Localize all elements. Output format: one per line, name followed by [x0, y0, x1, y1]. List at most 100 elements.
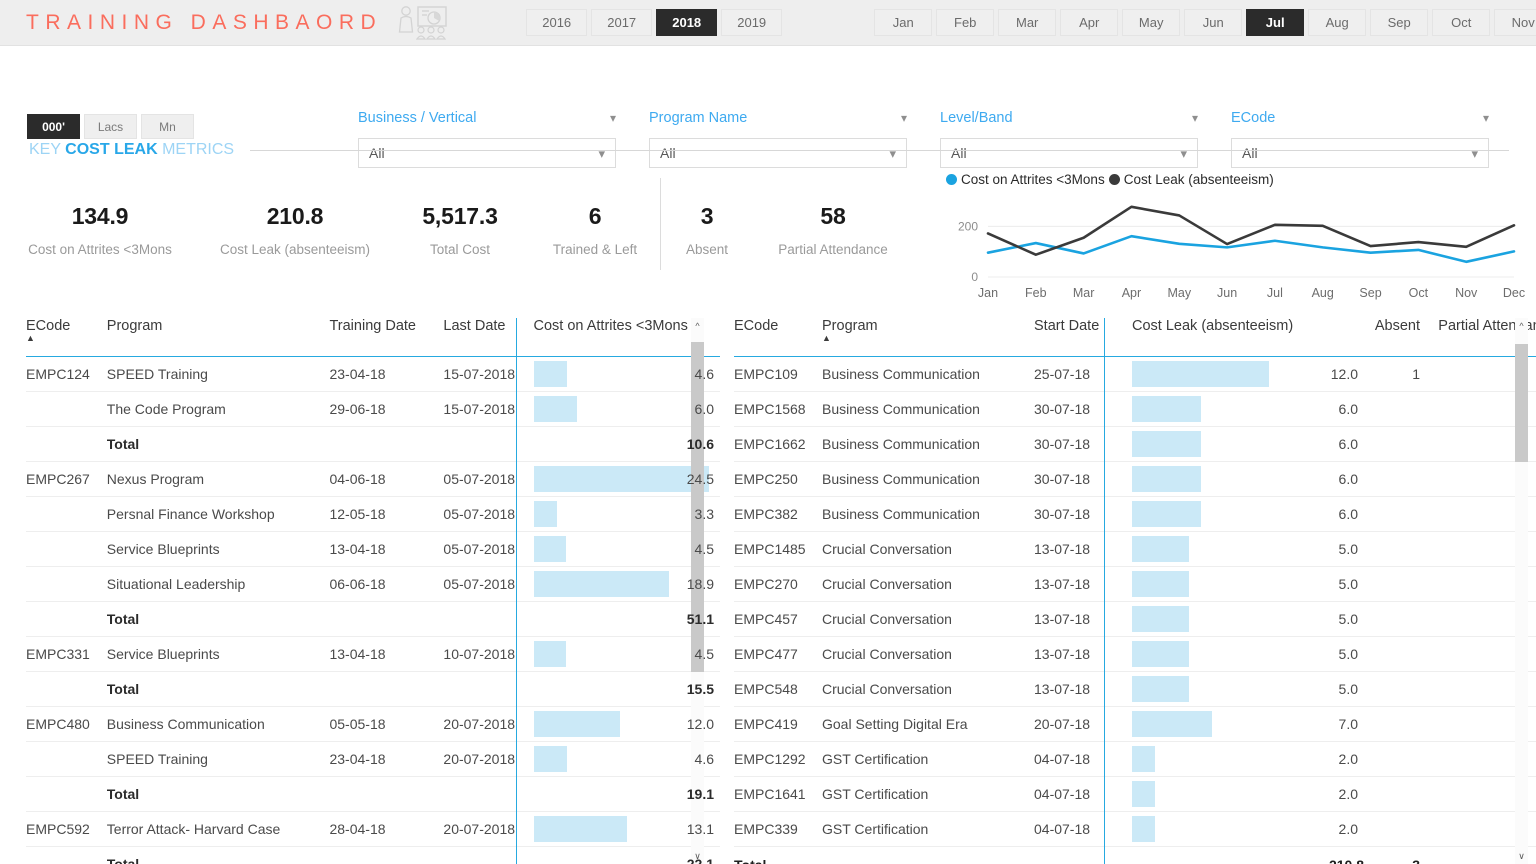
month-button-Feb[interactable]: Feb — [936, 9, 994, 36]
table-row[interactable]: EMPC109Business Communication25-07-1812.… — [734, 357, 1536, 392]
table-row[interactable]: EMPC267Nexus Program04-06-1805-07-201824… — [26, 462, 720, 497]
cell-cost-leak-bar: 2.0 — [1132, 777, 1364, 812]
col-header-training-date[interactable]: Training Date — [329, 318, 443, 357]
month-button-Mar[interactable]: Mar — [998, 9, 1056, 36]
slicer-3: ECode▾All▾ — [1231, 110, 1489, 168]
scrollbar-thumb[interactable] — [1515, 344, 1528, 462]
cell-program: GST Certification — [822, 742, 1034, 777]
cell-program: Business Communication — [822, 462, 1034, 497]
year-button-2018[interactable]: 2018 — [656, 9, 717, 36]
cell-start-date: 04-07-18 — [1034, 812, 1132, 847]
month-selector[interactable]: JanFebMarAprMayJunJulAugSepOctNovDec — [874, 9, 1536, 36]
table-row[interactable]: EMPC592Terror Attack- Harvard Case28-04-… — [26, 812, 720, 847]
year-button-2019[interactable]: 2019 — [721, 9, 782, 36]
month-button-Apr[interactable]: Apr — [1060, 9, 1118, 36]
cell-program: Crucial Conversation — [822, 532, 1034, 567]
table-row[interactable]: EMPC382Business Communication30-07-186.0… — [734, 497, 1536, 532]
month-button-Jan[interactable]: Jan — [874, 9, 932, 36]
right-table-scrollbar[interactable]: ^ ∨ — [1515, 318, 1528, 864]
chevron-down-icon[interactable]: ▾ — [1192, 112, 1198, 124]
cell-training-date — [329, 847, 443, 864]
month-button-Nov[interactable]: Nov — [1494, 9, 1536, 36]
cell-start-date: 13-07-18 — [1034, 532, 1132, 567]
table-row[interactable]: EMPC124SPEED Training23-04-1815-07-20184… — [26, 357, 720, 392]
table-row[interactable]: EMPC1641GST Certification04-07-182.01 — [734, 777, 1536, 812]
table-row[interactable]: SPEED Training23-04-1820-07-20184.6 — [26, 742, 720, 777]
cell-absent — [1364, 532, 1420, 567]
month-button-Sep[interactable]: Sep — [1370, 9, 1428, 36]
cell-program: Total — [107, 602, 330, 637]
table-subtotal-row[interactable]: Total10.6 — [26, 427, 720, 462]
value-bar — [1132, 606, 1189, 632]
year-selector[interactable]: 2016201720182019 — [526, 9, 782, 36]
table-row[interactable]: EMPC1662Business Communication30-07-186.… — [734, 427, 1536, 462]
legend-item-1[interactable]: Cost Leak (absenteeism) — [1109, 172, 1274, 187]
unit-button-1[interactable]: Lacs — [84, 114, 137, 139]
col-header-ecode[interactable]: ECode ▲ — [26, 318, 107, 357]
col-header-last-date[interactable]: Last Date — [443, 318, 533, 357]
slicer-title-3[interactable]: ECode▾ — [1231, 110, 1489, 130]
table-row[interactable]: Persnal Finance Workshop12-05-1805-07-20… — [26, 497, 720, 532]
scroll-up-icon[interactable]: ^ — [691, 318, 704, 334]
slicer-title-1[interactable]: Program Name▾ — [649, 110, 907, 130]
table-row[interactable]: EMPC339GST Certification04-07-182.01 — [734, 812, 1536, 847]
table-row[interactable]: EMPC270Crucial Conversation13-07-185.01 — [734, 567, 1536, 602]
cell-cost-value: 15.5 — [687, 681, 714, 697]
table-subtotal-row[interactable]: Total15.5 — [26, 672, 720, 707]
table-subtotal-row[interactable]: Total19.1 — [26, 777, 720, 812]
col-header-start-date[interactable]: Start Date — [1034, 318, 1132, 357]
unit-button-0[interactable]: 000' — [27, 114, 80, 139]
table-row[interactable]: EMPC1292GST Certification04-07-182.01 — [734, 742, 1536, 777]
right-table-panel: ECode Program ▲ Start Date Cost Leak (ab… — [720, 318, 1536, 864]
scroll-down-icon[interactable]: ∨ — [1515, 848, 1528, 864]
table-row[interactable]: Situational Leadership06-06-1805-07-2018… — [26, 567, 720, 602]
table-row[interactable]: EMPC1568Business Communication30-07-186.… — [734, 392, 1536, 427]
table-row[interactable]: EMPC419Goal Setting Digital Era20-07-187… — [734, 707, 1536, 742]
table-row[interactable]: The Code Program29-06-1815-07-20186.0 — [26, 392, 720, 427]
kpi-label-0: Cost on Attrites <3Mons — [28, 242, 172, 257]
col-header-absent[interactable]: Absent — [1364, 318, 1420, 357]
table-row[interactable]: EMPC250Business Communication30-07-186.0… — [734, 462, 1536, 497]
table-row[interactable]: EMPC1485Crucial Conversation13-07-185.01 — [734, 532, 1536, 567]
table-row[interactable]: EMPC477Crucial Conversation13-07-185.01 — [734, 637, 1536, 672]
table-row[interactable]: EMPC548Crucial Conversation13-07-185.01 — [734, 672, 1536, 707]
col-header-program[interactable]: Program — [107, 318, 330, 357]
table-row[interactable]: EMPC457Crucial Conversation13-07-185.01 — [734, 602, 1536, 637]
cell-cost-leak-bar: 2.0 — [1132, 742, 1364, 777]
col-header-cost-leak[interactable]: Cost Leak (absenteeism) — [1132, 318, 1364, 357]
col-header-program[interactable]: Program ▲ — [822, 318, 1034, 357]
legend-item-0[interactable]: Cost on Attrites <3Mons — [946, 172, 1105, 187]
col-header-ecode[interactable]: ECode — [734, 318, 822, 357]
month-button-Aug[interactable]: Aug — [1308, 9, 1366, 36]
table-subtotal-row[interactable]: Total51.1 — [26, 602, 720, 637]
table-row[interactable]: Service Blueprints13-04-1805-07-20184.5 — [26, 532, 720, 567]
year-button-2016[interactable]: 2016 — [526, 9, 587, 36]
unit-selector[interactable]: 000'LacsMn — [27, 114, 194, 139]
table-row[interactable]: EMPC331Service Blueprints13-04-1810-07-2… — [26, 637, 720, 672]
legend-color-dot — [1109, 174, 1120, 185]
unit-button-2[interactable]: Mn — [141, 114, 194, 139]
cell-start-date: 13-07-18 — [1034, 637, 1132, 672]
month-button-May[interactable]: May — [1122, 9, 1180, 36]
cell-cost-value: 13.1 — [687, 821, 714, 837]
year-button-2017[interactable]: 2017 — [591, 9, 652, 36]
scroll-up-icon[interactable]: ^ — [1515, 318, 1528, 334]
chevron-down-icon[interactable]: ▾ — [901, 112, 907, 124]
value-bar — [1132, 466, 1201, 492]
section-title-post: METRICS — [158, 141, 234, 158]
kpi-value-1: 210.8 — [267, 203, 324, 230]
table-subtotal-row[interactable]: Total22.1 — [26, 847, 720, 864]
month-button-Jun[interactable]: Jun — [1184, 9, 1242, 36]
month-button-Oct[interactable]: Oct — [1432, 9, 1490, 36]
cell-cost-leak-bar: 2.0 — [1132, 812, 1364, 847]
value-bar — [534, 746, 567, 772]
cell-program: SPEED Training — [107, 357, 330, 392]
chevron-down-icon[interactable]: ▾ — [610, 112, 616, 124]
month-button-Jul[interactable]: Jul — [1246, 9, 1304, 36]
cell-last-date: 20-07-2018 — [443, 707, 533, 742]
cell-absent — [1364, 602, 1420, 637]
slicer-title-0[interactable]: Business / Vertical▾ — [358, 110, 616, 130]
slicer-title-2[interactable]: Level/Band▾ — [940, 110, 1198, 130]
table-row[interactable]: EMPC480Business Communication05-05-1820-… — [26, 707, 720, 742]
chevron-down-icon[interactable]: ▾ — [1483, 112, 1489, 124]
